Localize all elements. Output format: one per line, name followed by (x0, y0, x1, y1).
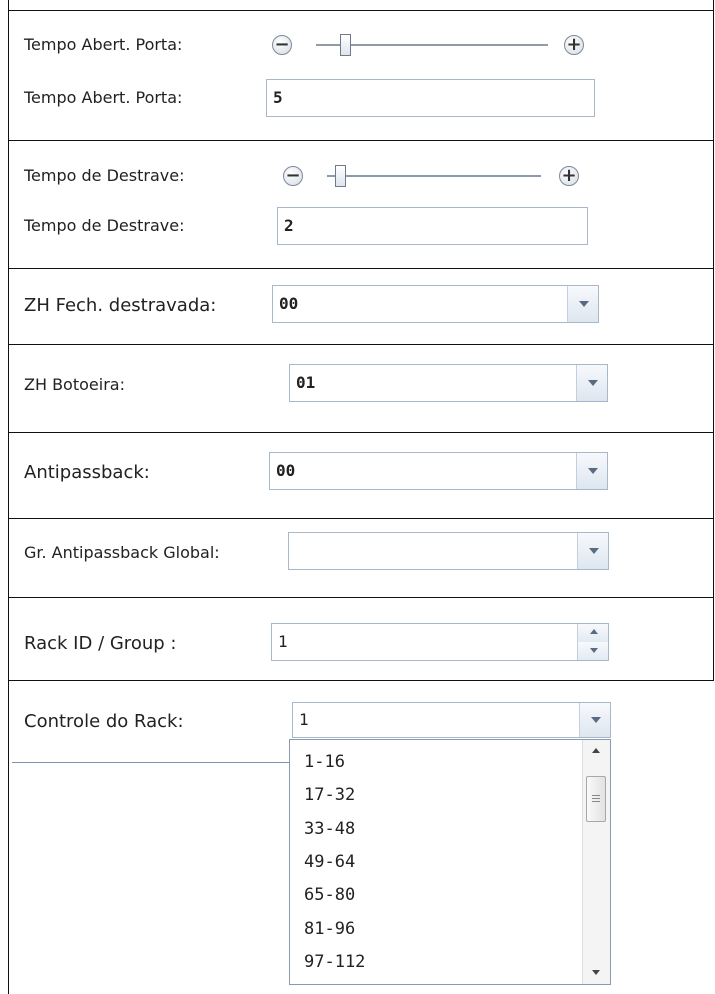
grip-line (592, 798, 600, 799)
selected-value: 00 (279, 294, 299, 313)
plus-icon[interactable]: + (564, 35, 584, 55)
selected-value: 00 (276, 461, 296, 480)
gr-antipassback-global-label: Gr. Antipassback Global: (24, 543, 220, 562)
minus-icon[interactable]: − (272, 35, 292, 55)
controle-do-rack-dropdown-list[interactable]: 1-16 17-32 33-48 49-64 65-80 81-96 97-11… (289, 739, 611, 985)
plus-icon[interactable]: + (559, 166, 579, 186)
chevron-down-icon (588, 468, 598, 474)
door-open-time-input[interactable]: 5 (266, 79, 595, 117)
zh-fech-destravada-label: ZH Fech. destravada: (24, 295, 217, 316)
section-divider (8, 518, 714, 519)
chevron-down-icon (590, 648, 598, 653)
unlock-time-input[interactable]: 2 (277, 207, 588, 245)
section-divider (8, 597, 714, 598)
minus-icon[interactable]: − (283, 166, 303, 186)
unlock-time-field-label: Tempo de Destrave: (24, 216, 185, 235)
slider-thumb[interactable] (340, 34, 352, 56)
list-item[interactable]: 17-32 (304, 785, 355, 805)
dropdown-button[interactable] (576, 365, 607, 401)
chevron-up-icon (590, 629, 598, 634)
spin-down-button[interactable] (577, 642, 608, 660)
chevron-down-icon (589, 548, 599, 554)
list-item[interactable]: 1-16 (304, 752, 345, 772)
door-open-time-field-label: Tempo Abert. Porta: (24, 88, 183, 107)
dropdown-button[interactable] (567, 286, 598, 322)
dropdown-button[interactable] (579, 703, 610, 737)
unlock-time-slider[interactable]: − + (283, 165, 583, 190)
scrollbar-thumb[interactable] (586, 776, 606, 822)
section-divider (12, 762, 292, 763)
grip-line (592, 801, 600, 802)
chevron-down-icon (588, 380, 598, 386)
list-item[interactable]: 81-96 (304, 919, 355, 939)
slider-thumb[interactable] (335, 165, 347, 187)
chevron-down-icon (591, 717, 601, 723)
slider-track[interactable] (327, 175, 541, 177)
zh-botoeira-select[interactable]: 01 (289, 364, 608, 402)
door-open-time-slider[interactable]: − + (272, 34, 590, 59)
antipassback-label: Antipassback: (24, 462, 150, 483)
zh-fech-destravada-select[interactable]: 00 (272, 285, 599, 323)
spin-up-button[interactable] (577, 624, 608, 642)
unlock-time-slider-label: Tempo de Destrave: (24, 166, 185, 185)
section-divider (8, 268, 714, 269)
selected-value: 1 (299, 710, 309, 729)
door-open-time-slider-label: Tempo Abert. Porta: (24, 35, 183, 54)
section-divider (8, 432, 714, 433)
selected-value: 01 (296, 373, 316, 392)
list-item[interactable]: 65-80 (304, 885, 355, 905)
section-divider (8, 344, 714, 345)
section-divider (8, 680, 714, 681)
section-divider (8, 10, 714, 11)
dropdown-button[interactable] (577, 533, 608, 569)
list-item[interactable]: 33-48 (304, 819, 355, 839)
rack-id-group-label: Rack ID / Group : (24, 633, 177, 654)
panel-border-right (713, 0, 714, 680)
chevron-down-icon (579, 301, 589, 307)
section-divider (8, 140, 714, 141)
scroll-up-icon[interactable] (592, 748, 600, 753)
zh-botoeira-label: ZH Botoeira: (24, 375, 125, 394)
spinner-value: 1 (278, 632, 288, 651)
grip-line (592, 795, 600, 796)
antipassback-select[interactable]: 00 (269, 452, 608, 490)
panel-border-left (8, 0, 9, 994)
rack-id-group-spinner[interactable]: 1 (271, 623, 609, 661)
gr-antipassback-global-select[interactable] (288, 532, 609, 570)
controle-do-rack-select[interactable]: 1 (292, 702, 611, 738)
list-item[interactable]: 97-112 (304, 952, 365, 972)
list-item[interactable]: 49-64 (304, 852, 355, 872)
controle-do-rack-label: Controle do Rack: (24, 711, 184, 732)
dropdown-scrollbar[interactable] (582, 740, 610, 984)
dropdown-button[interactable] (576, 453, 607, 489)
scroll-down-icon[interactable] (592, 970, 600, 975)
